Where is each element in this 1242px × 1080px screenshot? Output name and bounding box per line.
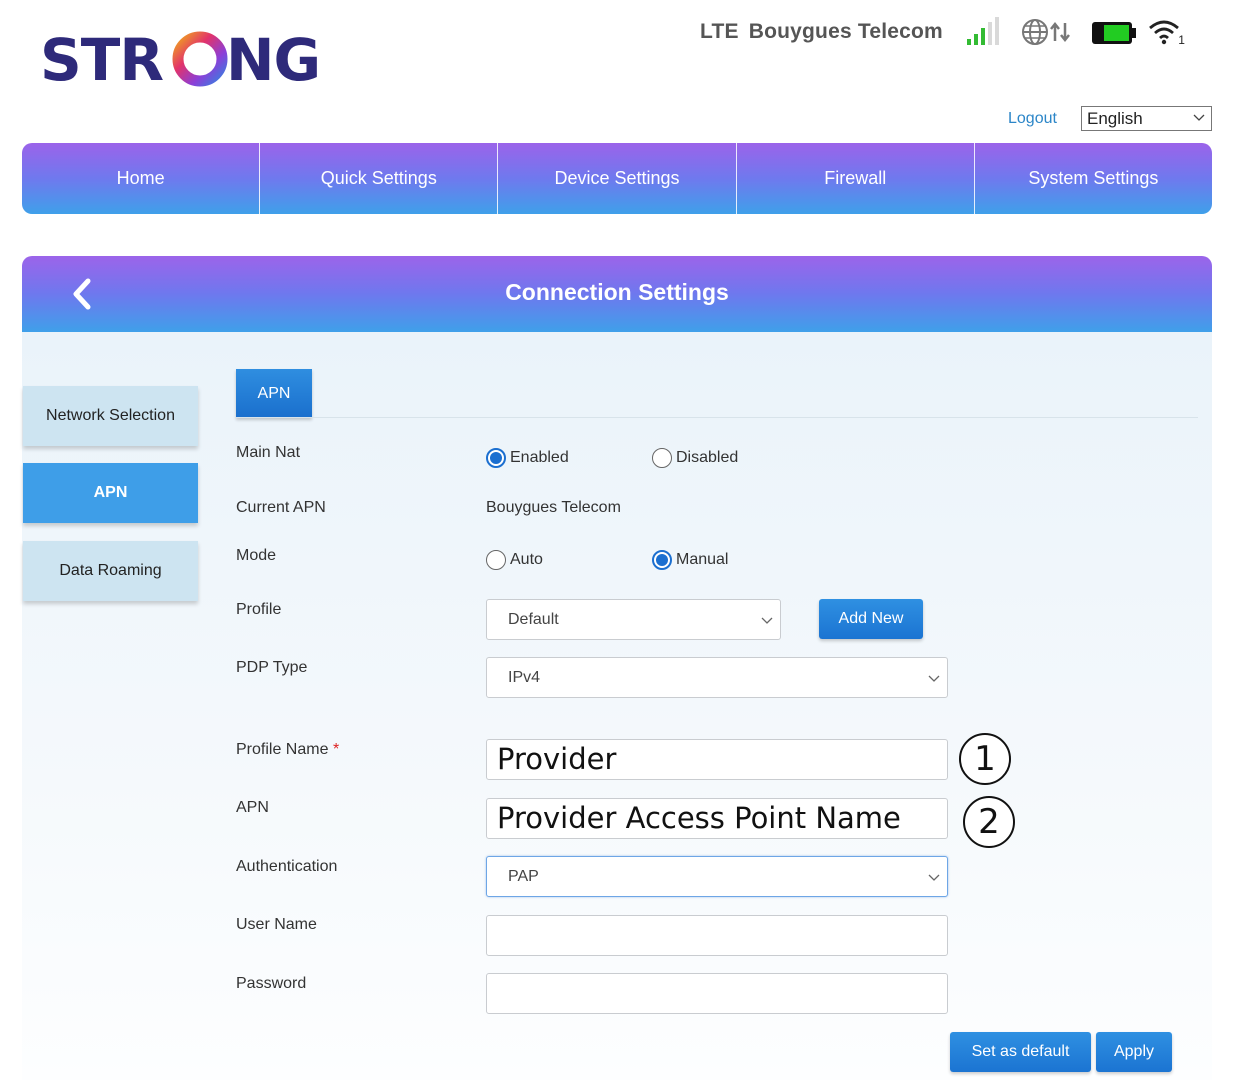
- user-name-input[interactable]: [486, 915, 948, 956]
- callout-1: 1: [959, 733, 1011, 785]
- panel-header: Connection Settings: [22, 256, 1212, 332]
- signal-bars-icon: [965, 17, 999, 47]
- page-title: Connection Settings: [505, 279, 729, 305]
- set-as-default-button[interactable]: Set as default: [950, 1032, 1091, 1072]
- profile-value: Default: [508, 611, 559, 628]
- main-nat-label: Main Nat: [236, 444, 301, 461]
- sidebar-item-apn[interactable]: APN: [23, 463, 198, 523]
- sidebar-item-data-roaming[interactable]: Data Roaming: [23, 541, 198, 601]
- language-value: English: [1087, 109, 1143, 128]
- nav-quick-settings[interactable]: Quick Settings: [260, 143, 499, 214]
- password-input[interactable]: [486, 973, 948, 1014]
- mode-auto-label: Auto: [510, 551, 543, 568]
- callout-2: 2: [963, 796, 1015, 848]
- language-select[interactable]: English: [1081, 106, 1212, 131]
- authentication-label: Authentication: [236, 858, 338, 875]
- wifi-clients-count: 1: [1178, 33, 1185, 47]
- sidebar-item-network-selection[interactable]: Network Selection: [23, 386, 198, 446]
- panel-body: [22, 332, 1212, 1080]
- profile-label: Profile: [236, 601, 282, 618]
- apply-button[interactable]: Apply: [1096, 1032, 1172, 1072]
- radio-unchecked-icon: [652, 448, 672, 468]
- main-nat-enabled-radio[interactable]: Enabled: [486, 448, 569, 468]
- chevron-down-icon: [928, 874, 940, 881]
- add-new-button[interactable]: Add New: [819, 599, 923, 639]
- chevron-down-icon: [928, 675, 940, 682]
- network-type: LTE: [700, 20, 739, 43]
- main-nat-disabled-radio[interactable]: Disabled: [652, 448, 738, 468]
- pdp-type-select[interactable]: IPv4: [486, 657, 948, 698]
- current-apn-label: Current APN: [236, 499, 326, 516]
- svg-text:STR: STR: [40, 26, 163, 90]
- chevron-down-icon: [1193, 114, 1205, 121]
- authentication-select[interactable]: PAP: [486, 856, 948, 897]
- profile-select[interactable]: Default: [486, 599, 781, 640]
- apn-label: APN: [236, 799, 269, 816]
- pdp-type-value: IPv4: [508, 669, 541, 686]
- strong-logo: STR NG: [40, 26, 321, 90]
- status-bar: LTE Bouygues Telecom 1: [700, 14, 1185, 50]
- profile-name-input[interactable]: Provider: [486, 739, 948, 780]
- chevron-down-icon: [761, 617, 773, 624]
- password-label: Password: [236, 975, 307, 992]
- apn-input[interactable]: Provider Access Point Name: [486, 798, 948, 839]
- wifi-icon: 1: [1147, 17, 1185, 47]
- radio-unchecked-icon: [486, 550, 506, 570]
- svg-text:NG: NG: [226, 26, 320, 90]
- main-nav: Home Quick Settings Device Settings Fire…: [22, 143, 1212, 214]
- pdp-type-label: PDP Type: [236, 659, 308, 676]
- current-apn-value: Bouygues Telecom: [486, 499, 621, 516]
- mode-manual-label: Manual: [676, 551, 729, 568]
- user-name-label: User Name: [236, 916, 317, 933]
- tab-apn[interactable]: APN: [236, 369, 312, 418]
- authentication-value: PAP: [508, 868, 539, 885]
- operator-name: Bouygues Telecom: [748, 20, 943, 43]
- radio-checked-icon: [652, 550, 672, 570]
- nav-home[interactable]: Home: [22, 143, 261, 214]
- nav-device-settings[interactable]: Device Settings: [498, 143, 737, 214]
- profile-name-label: Profile Name *: [236, 741, 339, 759]
- nav-firewall[interactable]: Firewall: [737, 143, 975, 214]
- nav-system-settings[interactable]: System Settings: [975, 143, 1212, 214]
- mode-auto-radio[interactable]: Auto: [486, 550, 543, 570]
- required-marker: *: [332, 741, 340, 758]
- main-nat-enabled-label: Enabled: [510, 449, 569, 466]
- radio-checked-icon: [486, 448, 506, 468]
- profile-name-label-text: Profile Name: [236, 741, 329, 758]
- logout-link[interactable]: Logout: [1008, 110, 1057, 128]
- main-nat-disabled-label: Disabled: [676, 449, 739, 466]
- globe-data-icon: [1021, 17, 1073, 47]
- tab-divider: [236, 417, 1198, 418]
- mode-label: Mode: [236, 547, 277, 564]
- mode-manual-radio[interactable]: Manual: [652, 550, 728, 570]
- battery-icon: [1091, 18, 1137, 46]
